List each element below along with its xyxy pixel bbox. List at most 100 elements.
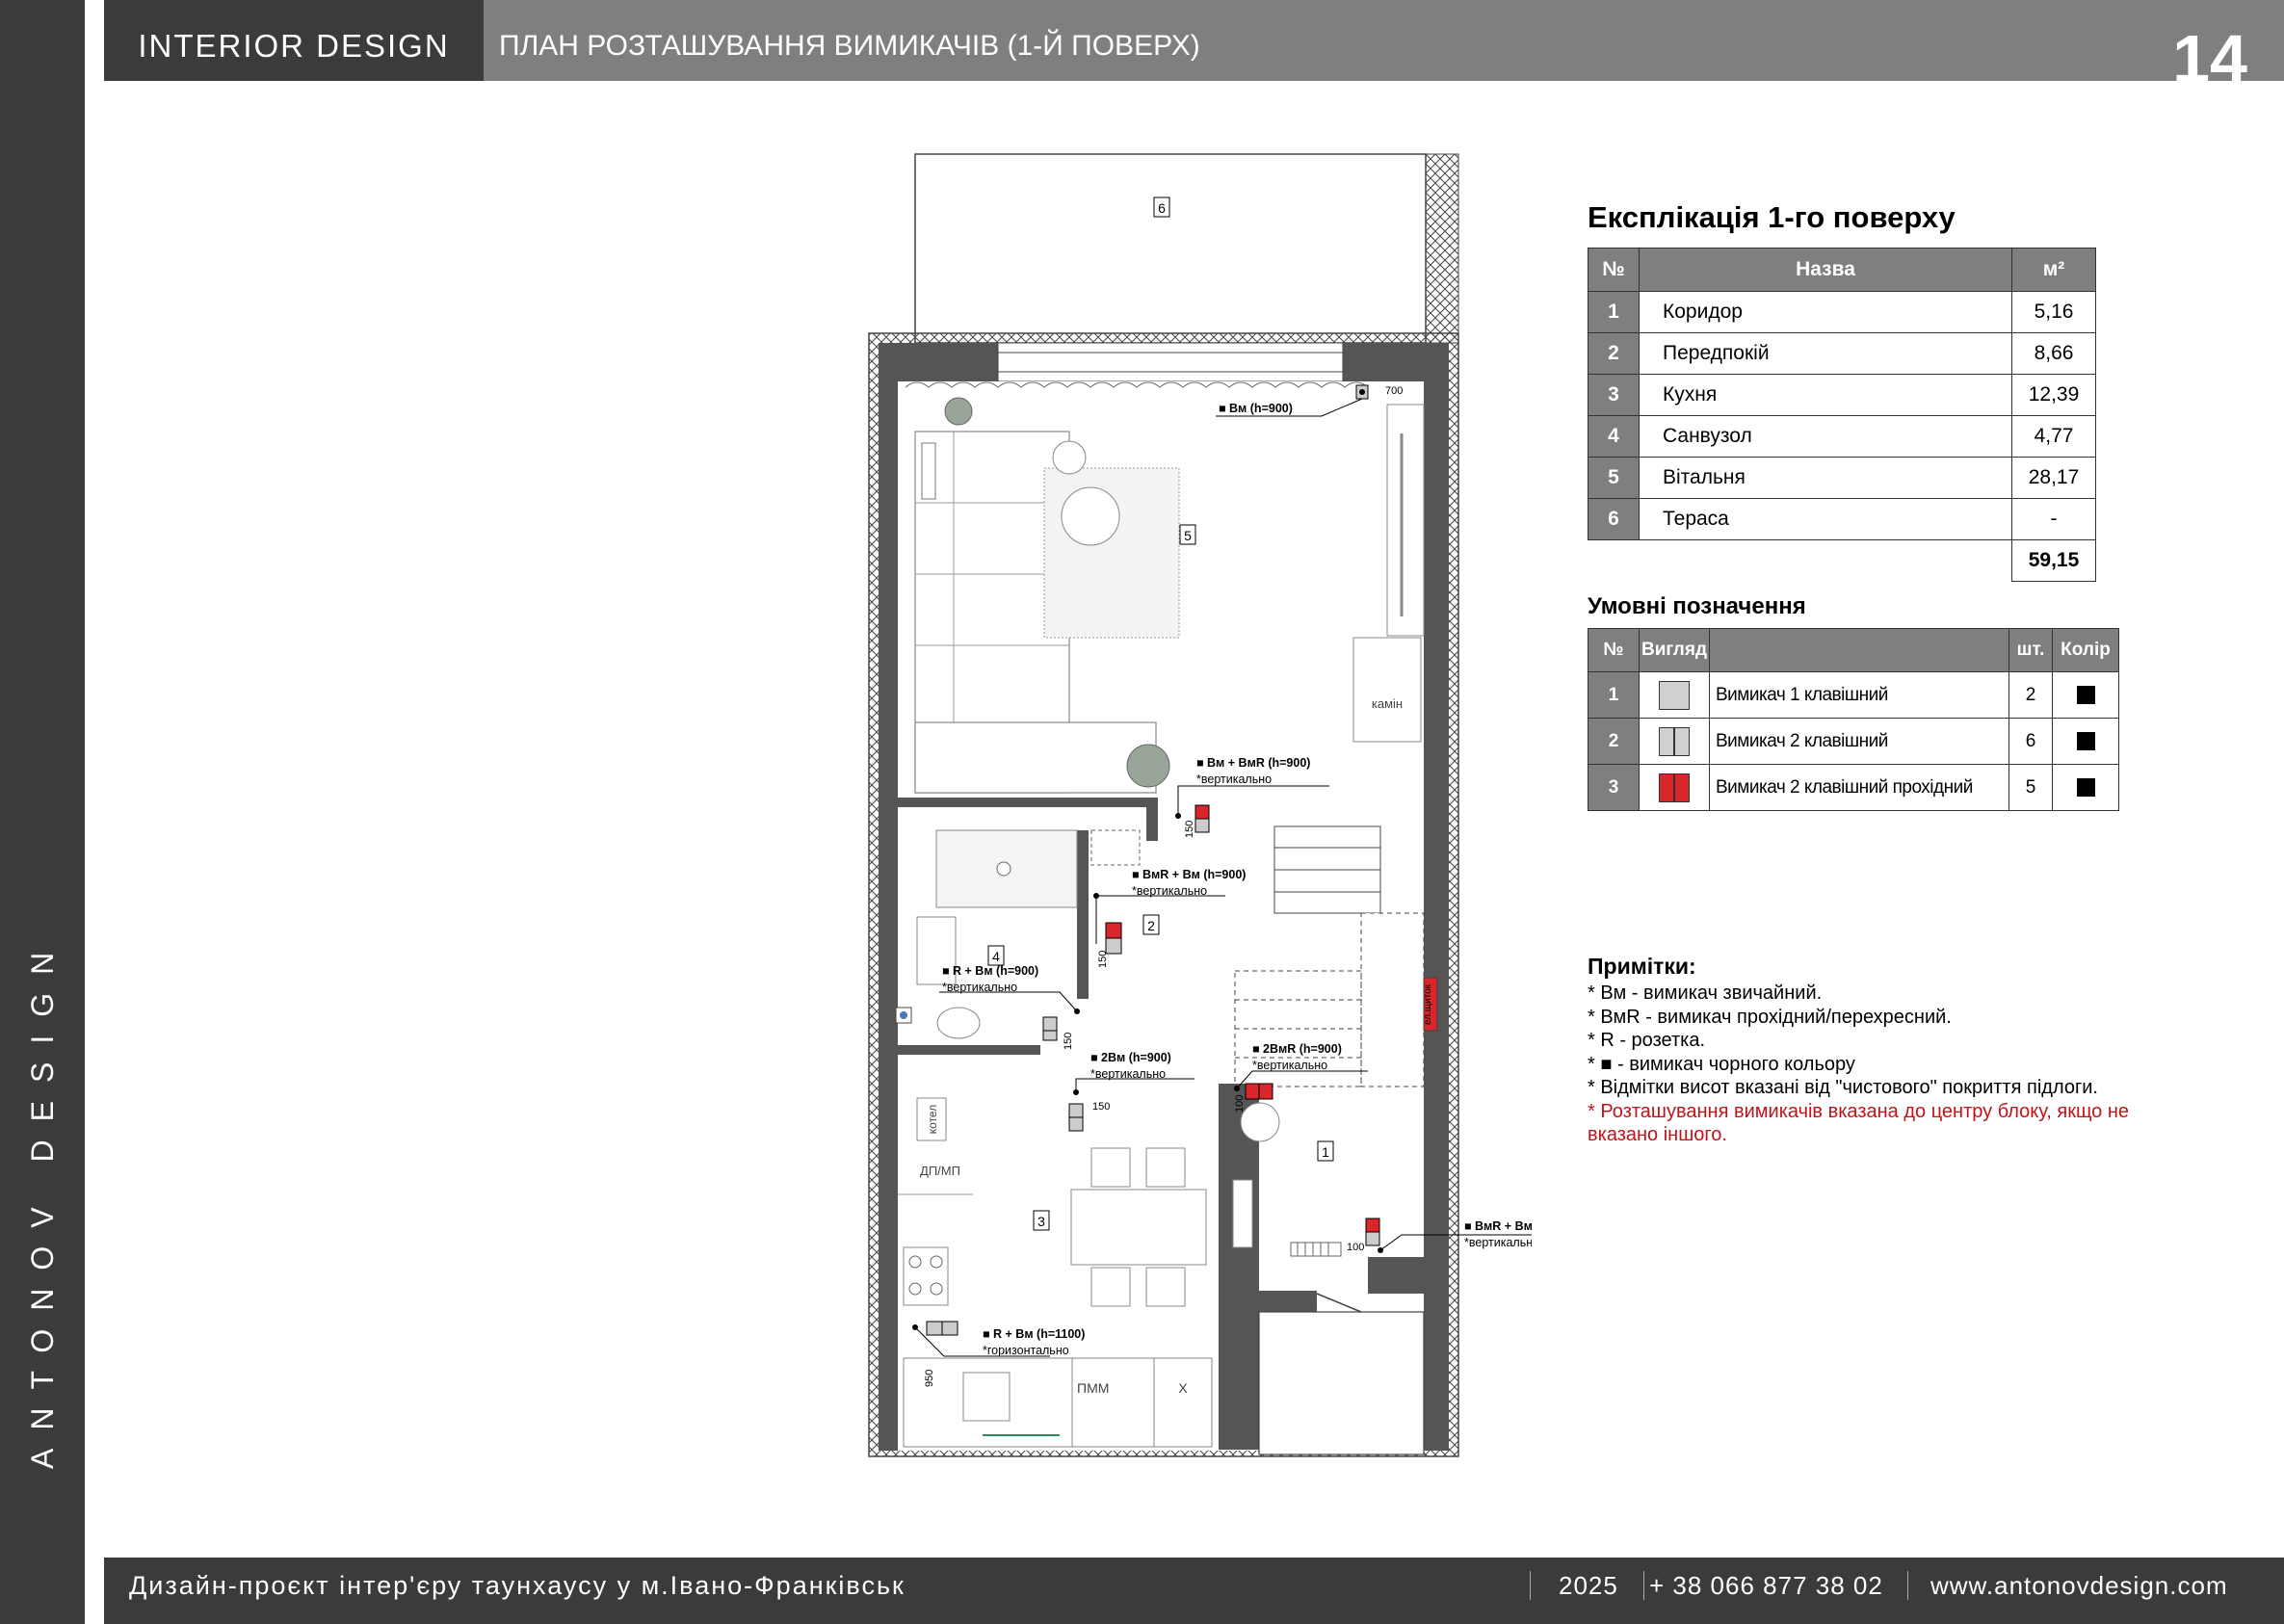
footer-year: 2025	[1559, 1571, 1618, 1600]
switch-annotation-4-orient: *вертикально	[942, 981, 1017, 994]
fireplace-label: камін	[1372, 696, 1403, 711]
top-wall-left	[879, 343, 998, 381]
switch-annotation-8: ■ R + Вм (h=1100)	[983, 1327, 1085, 1341]
footer-separator	[1907, 1571, 1908, 1600]
note-line: * R - розетка.	[1588, 1030, 1706, 1051]
dimension-150-a: 150	[1184, 821, 1195, 838]
legend-header-qty: шт.	[2008, 628, 2053, 672]
color-black-swatch	[2076, 777, 2095, 797]
boiler-label: котел	[926, 1105, 939, 1134]
wall-corridor-bottom	[1259, 1291, 1317, 1312]
total-area: 59,15	[2011, 539, 2096, 582]
dimension-950: 950	[924, 1370, 935, 1387]
wall-corridor-bottom-right	[1368, 1257, 1424, 1294]
page-title: ПЛАН РОЗТАШУВАННЯ ВИМИКАЧІВ (1-Й ПОВЕРХ)	[499, 30, 1200, 62]
table-row: 1 Вимикач 1 клавішний 2	[1588, 671, 2119, 719]
legend-header-num: №	[1588, 628, 1640, 672]
footer-separator	[1530, 1571, 1531, 1600]
room-tag-1: 1	[1322, 1144, 1329, 1160]
panel-label: ел.щиток	[1423, 983, 1433, 1025]
switch-annotation-1: ■ Вм (h=900)	[1219, 402, 1293, 415]
floor-plan: камін котел ДП/МП ПММ Х ел.щиток 6 5 2 4…	[868, 153, 1532, 1457]
terrace-hatch	[1425, 153, 1459, 344]
room-tag-6: 6	[1158, 200, 1166, 216]
dimension-150-b: 150	[1097, 951, 1109, 968]
legend-title: Умовні позначення	[1588, 593, 1806, 619]
explication-table: № Назва м² 1 Коридор 5,16 2 Передпокій 8…	[1588, 248, 2096, 582]
color-black-swatch	[2076, 685, 2095, 704]
switch-2-key-passthrough-icon	[1659, 773, 1690, 802]
switch-annotation-5: ■ 2Вм (h=900)	[1090, 1051, 1171, 1064]
switch-annotation-4: ■ R + Вм (h=900)	[942, 964, 1038, 978]
terrace-area	[914, 153, 1427, 344]
entry-vestibule	[1258, 1311, 1425, 1455]
switch-annotation-6: ■ 2ВмR (h=900)	[1252, 1042, 1342, 1056]
sidebar: ANTONOV DESIGN	[0, 0, 85, 1624]
color-black-swatch	[2076, 731, 2095, 750]
note-line: * ■ - вимикач чорного кольору	[1588, 1053, 1855, 1075]
fridge-label: Х	[1178, 1380, 1188, 1396]
switch-annotation-2: ■ Вм + ВмR (h=900)	[1196, 756, 1310, 770]
table-row: 2 Вимикач 2 клавішний 6	[1588, 718, 2119, 765]
wall-bath-bottom	[898, 1045, 1040, 1055]
note-line: * Вм - вимикач звичайний.	[1588, 982, 1823, 1004]
switch-annotation-3: ■ ВмR + Вм (h=900)	[1132, 868, 1246, 881]
explication-header-num: №	[1588, 248, 1640, 292]
switch-annotation-8-orient: *горизонтально	[983, 1344, 1069, 1357]
switch-annotation-2-orient: *вертикально	[1196, 773, 1272, 786]
table-row: 3 Вимикач 2 клавішний прохідний 5	[1588, 764, 2119, 811]
legend-table: № Вигляд шт. Колір 1 Вимикач 1 клавішний…	[1588, 628, 2119, 811]
explication-header-area: м²	[2011, 248, 2096, 292]
note-line-red: * Розташування вимикачів вказана до цент…	[1588, 1100, 2130, 1122]
legend-header-view: Вигляд	[1639, 628, 1710, 672]
footer-website: www.antonovdesign.com	[1930, 1571, 2228, 1600]
switch-annotation-6-orient: *вертикально	[1252, 1059, 1327, 1072]
switch-annotation-5-orient: *вертикально	[1090, 1067, 1166, 1081]
switch-annotation-7: ■ ВмR + Вм (h=900)	[1464, 1219, 1532, 1233]
switch-2-key-icon	[1659, 726, 1690, 756]
footer-bar: Дизайн-проєкт інтер'єру таунхаусу у м.Ів…	[104, 1558, 2284, 1624]
room-tag-5: 5	[1184, 528, 1192, 543]
table-row: 2 Передпокій 8,66	[1588, 332, 2096, 375]
dishwasher-label: ПММ	[1077, 1380, 1109, 1396]
footer-phone: + 38 066 877 38 02	[1649, 1571, 1883, 1600]
legend-header-color: Колір	[2052, 628, 2119, 672]
note-line-red: вказано іншого.	[1588, 1124, 1727, 1145]
dimension-150-c: 150	[1063, 1033, 1074, 1050]
explication-header-name: Назва	[1639, 248, 2012, 292]
wall-stairs-left	[1146, 798, 1158, 841]
note-line: * ВмR - вимикач прохідний/перехресний.	[1588, 1006, 1952, 1028]
explication-title: Експлікація 1-го поверху	[1588, 200, 1956, 234]
dimension-100-b: 100	[1347, 1242, 1364, 1253]
total-row: 59,15	[1588, 539, 2096, 582]
sidebar-brand: ANTONOV DESIGN	[25, 933, 60, 1469]
dp-mp-label: ДП/МП	[920, 1164, 960, 1178]
switch-annotation-3-orient: *вертикально	[1132, 884, 1207, 898]
room-tag-2: 2	[1147, 918, 1155, 933]
wall-living-bottom	[898, 798, 1146, 807]
dimension-700: 700	[1385, 385, 1403, 397]
room-tag-3: 3	[1037, 1214, 1045, 1229]
footer-separator	[1643, 1571, 1644, 1600]
dimension-100-a: 100	[1234, 1095, 1246, 1113]
table-row: 6 Тераса -	[1588, 498, 2096, 540]
fireplace	[1352, 637, 1422, 743]
notes-title: Примітки:	[1588, 954, 1696, 979]
notes: Примітки: * Вм - вимикач звичайний. * Вм…	[1588, 954, 2262, 1147]
project-name: Дизайн-проєкт інтер'єру таунхаусу у м.Ів…	[129, 1571, 906, 1600]
table-row: 1 Коридор 5,16	[1588, 291, 2096, 333]
top-wall-right	[1343, 343, 1449, 381]
room-tag-4: 4	[992, 949, 1000, 964]
table-row: 3 Кухня 12,39	[1588, 374, 2096, 416]
note-line: * Відмітки висот вказані від "чистового"…	[1588, 1077, 2098, 1098]
switch-annotation-7-orient: *вертикально	[1464, 1236, 1532, 1249]
table-row: 4 Санвузол 4,77	[1588, 415, 2096, 458]
switch-1-key-icon	[1659, 680, 1690, 710]
window-top	[997, 342, 1344, 382]
table-row: 5 Вітальня 28,17	[1588, 457, 2096, 499]
header-brand: INTERIOR DESIGN	[104, 0, 484, 81]
dimension-150-d: 150	[1092, 1101, 1110, 1113]
left-wall	[879, 343, 898, 1451]
wall-bath-right	[1077, 830, 1089, 999]
page-number: 14	[2172, 21, 2247, 96]
